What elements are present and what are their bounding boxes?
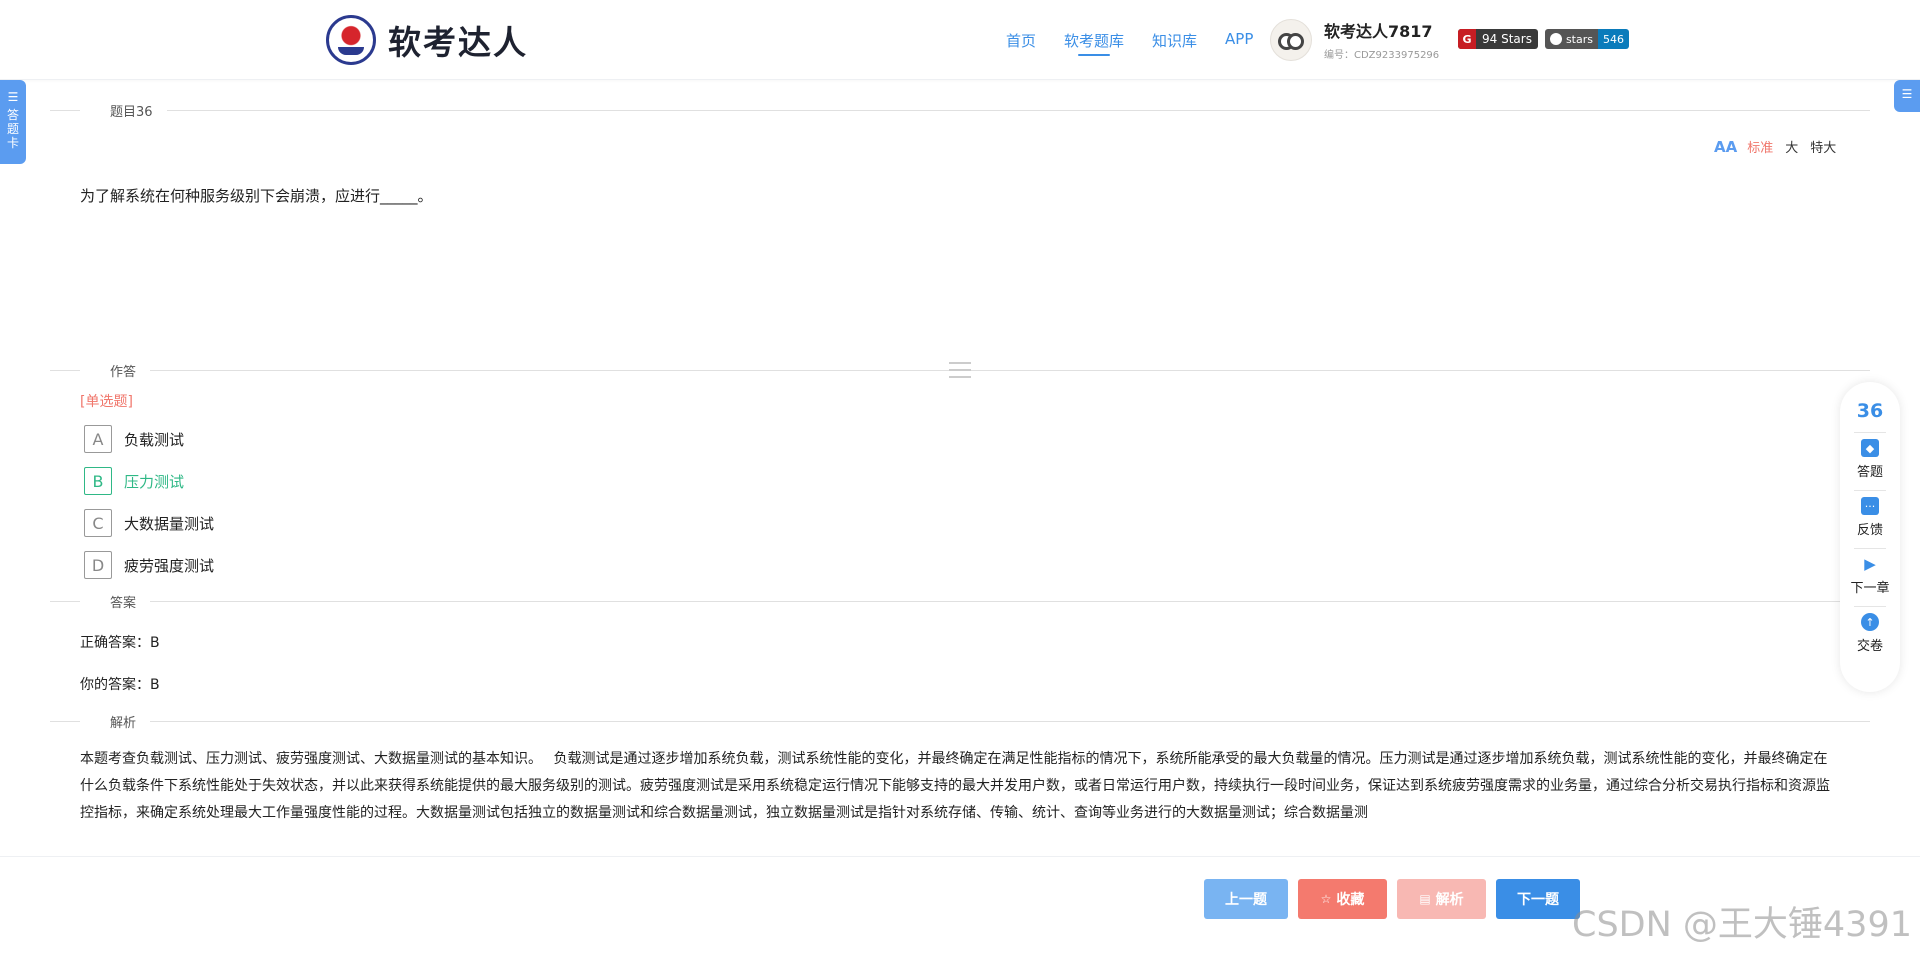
correct-answer: 正确答案：B: [80, 635, 160, 651]
feedback-button[interactable]: ··· 反馈: [1857, 497, 1883, 538]
question-number: 题目36: [110, 104, 153, 120]
gitee-stars-text: 94 Stars: [1482, 32, 1532, 46]
answer-sheet-button[interactable]: ◆ 答题: [1857, 439, 1883, 480]
answer-section-label: 作答: [110, 364, 137, 380]
favorite-label: 收藏: [1336, 892, 1365, 908]
font-size-icon: AA: [1714, 137, 1738, 156]
result-section-label: 答案: [110, 595, 137, 611]
option-text: 疲劳强度测试: [124, 556, 215, 575]
site-logo[interactable]: 软考达人: [326, 15, 528, 65]
menu-icon: ☰: [1901, 87, 1913, 101]
analysis-button[interactable]: ▤ 解析: [1397, 879, 1486, 919]
option-c[interactable]: C 大数据量测试: [84, 502, 214, 544]
analysis-button-label: 解析: [1435, 892, 1464, 908]
watermark: CSDN @王大锤4391: [1572, 905, 1912, 945]
previous-question-label: 上一题: [1225, 892, 1267, 908]
option-d[interactable]: D 疲劳强度测试: [84, 544, 214, 586]
next-chapter-icon: ▶: [1864, 555, 1876, 573]
menu-icon: ☰: [7, 90, 19, 104]
next-chapter-button[interactable]: ▶ 下一章: [1850, 555, 1889, 596]
option-letter: A: [84, 425, 112, 453]
top-header: 软考达人 首页 软考题库 知识库 APP 软考达人7817 编号：CDZ9233…: [0, 0, 1920, 80]
logo-text: 软考达人: [388, 23, 528, 62]
question-section-header: 题目36: [50, 100, 1870, 120]
main-nav: 首页 软考题库 知识库 APP: [1006, 30, 1281, 56]
analysis-section-header: 解析: [50, 711, 1870, 731]
submit-up-arrow-icon: ↑: [1860, 613, 1879, 631]
nav-app[interactable]: APP: [1225, 30, 1253, 51]
option-a[interactable]: A 负载测试: [84, 418, 214, 460]
github-icon: [1549, 33, 1562, 45]
logo-emblem-icon: [326, 15, 376, 65]
option-letter: D: [84, 551, 112, 579]
user-name: 软考达人7817: [1324, 22, 1433, 41]
next-question-button[interactable]: 下一题: [1496, 879, 1580, 919]
avatar[interactable]: [1270, 18, 1312, 61]
feedback-icon: ···: [1860, 497, 1879, 515]
next-chapter-label: 下一章: [1850, 581, 1890, 596]
question-text: 为了解系统在何种服务级别下会崩溃，应进行_____。: [80, 187, 433, 205]
answer-sheet-icon: ◆: [1860, 439, 1879, 457]
github-stars-label: stars: [1565, 32, 1593, 46]
answer-card-char: 答: [6, 108, 19, 122]
feedback-label: 反馈: [1856, 523, 1883, 538]
previous-question-button[interactable]: 上一题: [1204, 879, 1288, 919]
next-question-label: 下一题: [1517, 892, 1559, 908]
star-icon: ☆: [1320, 892, 1332, 906]
repo-badges: G 94 Stars stars 546: [1458, 29, 1636, 49]
option-text: 压力测试: [124, 472, 185, 491]
github-stars-badge[interactable]: stars 546: [1544, 29, 1629, 49]
nav-question-bank[interactable]: 软考题库: [1064, 30, 1124, 56]
option-letter: B: [84, 467, 112, 495]
submit-paper-button[interactable]: ↑ 交卷: [1857, 613, 1883, 654]
option-b[interactable]: B 压力测试: [84, 460, 214, 502]
font-size-standard[interactable]: 标准: [1747, 137, 1773, 156]
answer-sheet-label: 答题: [1856, 465, 1883, 480]
option-list: A 负载测试 B 压力测试 C 大数据量测试 D 疲劳强度测试: [84, 418, 214, 586]
answer-card-char: 题: [6, 122, 19, 136]
right-menu-tab[interactable]: ☰: [1894, 80, 1920, 112]
result-section-header: 答案: [50, 591, 1870, 611]
analysis-text: 本题考查负载测试、压力测试、疲劳强度测试、大数据量测试的基本知识。 负载测试是通…: [80, 751, 1830, 821]
answer-card-char: 卡: [6, 136, 19, 150]
user-id: 编号：CDZ9233975296: [1324, 50, 1440, 61]
option-text: 大数据量测试: [124, 514, 215, 533]
your-answer: 你的答案：B: [80, 677, 160, 693]
font-size-xlarge[interactable]: 特大: [1810, 137, 1836, 156]
favorite-button[interactable]: ☆ 收藏: [1298, 879, 1387, 919]
floating-tool-panel: 36 ◆ 答题 ··· 反馈 ▶ 下一章 ↑ 交卷: [1840, 382, 1900, 692]
github-stars-count: 546: [1598, 29, 1629, 49]
answer-card-tab[interactable]: ☰ 答 题 卡: [0, 80, 26, 164]
gitee-icon: G: [1458, 29, 1476, 49]
analysis-section-label: 解析: [110, 715, 137, 731]
current-question-number: 36: [1856, 400, 1884, 422]
font-size-switcher: AA 标准 大 特大: [1714, 137, 1848, 157]
submit-paper-label: 交卷: [1856, 639, 1883, 654]
question-type: [单选题]: [80, 394, 133, 410]
font-size-large[interactable]: 大: [1785, 137, 1798, 156]
option-letter: C: [84, 509, 112, 537]
document-icon: ▤: [1419, 892, 1431, 906]
nav-knowledge-base[interactable]: 知识库: [1152, 30, 1197, 51]
resize-handle[interactable]: [949, 362, 971, 378]
gitee-stars-badge[interactable]: G 94 Stars: [1458, 29, 1538, 49]
user-profile[interactable]: 软考达人7817 编号：CDZ9233975296: [1270, 18, 1439, 61]
nav-home[interactable]: 首页: [1006, 30, 1036, 51]
option-text: 负载测试: [124, 430, 185, 449]
